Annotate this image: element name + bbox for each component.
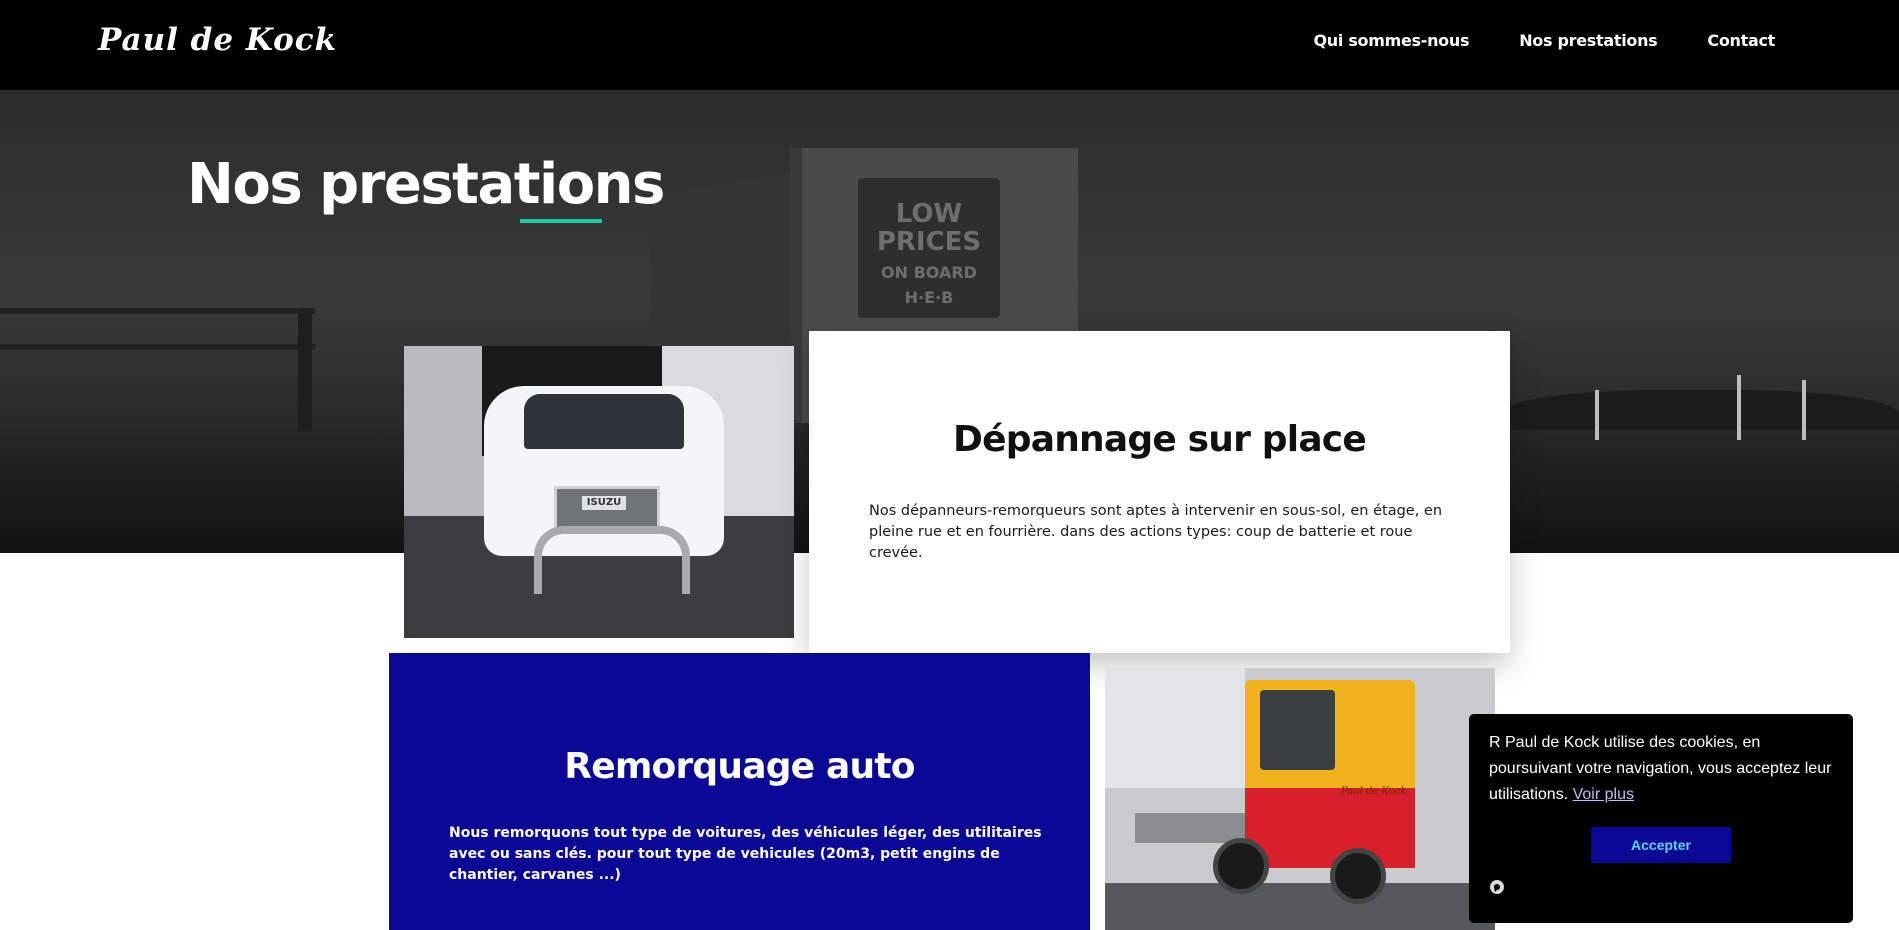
truck-lettering: Paul de Kock [1341, 786, 1407, 797]
hero-bg-lamp [1595, 390, 1599, 440]
page-title: Nos prestations [187, 152, 665, 217]
hero-bg-lamp [1737, 375, 1741, 440]
car-badge: ISUZU [582, 496, 626, 510]
hero-bg-lamp [1802, 380, 1806, 440]
nav-link-services[interactable]: Nos prestations [1519, 31, 1657, 50]
service-description: Nous remorquons tout type de voitures, d… [449, 825, 1042, 883]
main-nav: Qui sommes-nous Nos prestations Contact [1313, 31, 1775, 50]
site-logo[interactable]: Paul de Kock [98, 22, 337, 58]
cookie-more-link[interactable]: Voir plus [1573, 786, 1634, 803]
hero-bg-sign: LOW PRICES ON BOARD H·E·B [858, 178, 1000, 318]
site-header: Paul de Kock Qui sommes-nous Nos prestat… [0, 0, 1899, 90]
title-underline [520, 219, 602, 223]
accept-cookies-button[interactable]: Accepter [1591, 827, 1731, 863]
service-title: Dépannage sur place [953, 419, 1367, 460]
service-title: Remorquage auto [564, 746, 915, 787]
service-card-depannage: Dépannage sur place Nos dépanneurs-remor… [809, 331, 1510, 653]
service-card-remorquage: Remorquage auto Nous remorquons tout typ… [389, 653, 1090, 930]
hero-bg-sign-text: LOW PRICES ON BOARD [876, 199, 982, 282]
cookie-banner: R Paul de Kock utilise des cookies, en p… [1469, 714, 1853, 923]
nav-link-contact[interactable]: Contact [1707, 31, 1775, 50]
service-description: Nos dépanneurs-remorqueurs sont aptes à … [869, 503, 1443, 561]
privacy-settings-icon[interactable] [1489, 879, 1505, 895]
hero-bg-sign-brand: H·E·B [904, 288, 954, 307]
cookie-message: R Paul de Kock utilise des cookies, en p… [1489, 734, 1832, 803]
service-photo-tow-truck: Paul de Kock [1105, 668, 1495, 930]
hero-bg-gantry [0, 308, 315, 350]
nav-link-about[interactable]: Qui sommes-nous [1313, 31, 1469, 50]
service-photo-pickup: ISUZU [404, 346, 794, 638]
